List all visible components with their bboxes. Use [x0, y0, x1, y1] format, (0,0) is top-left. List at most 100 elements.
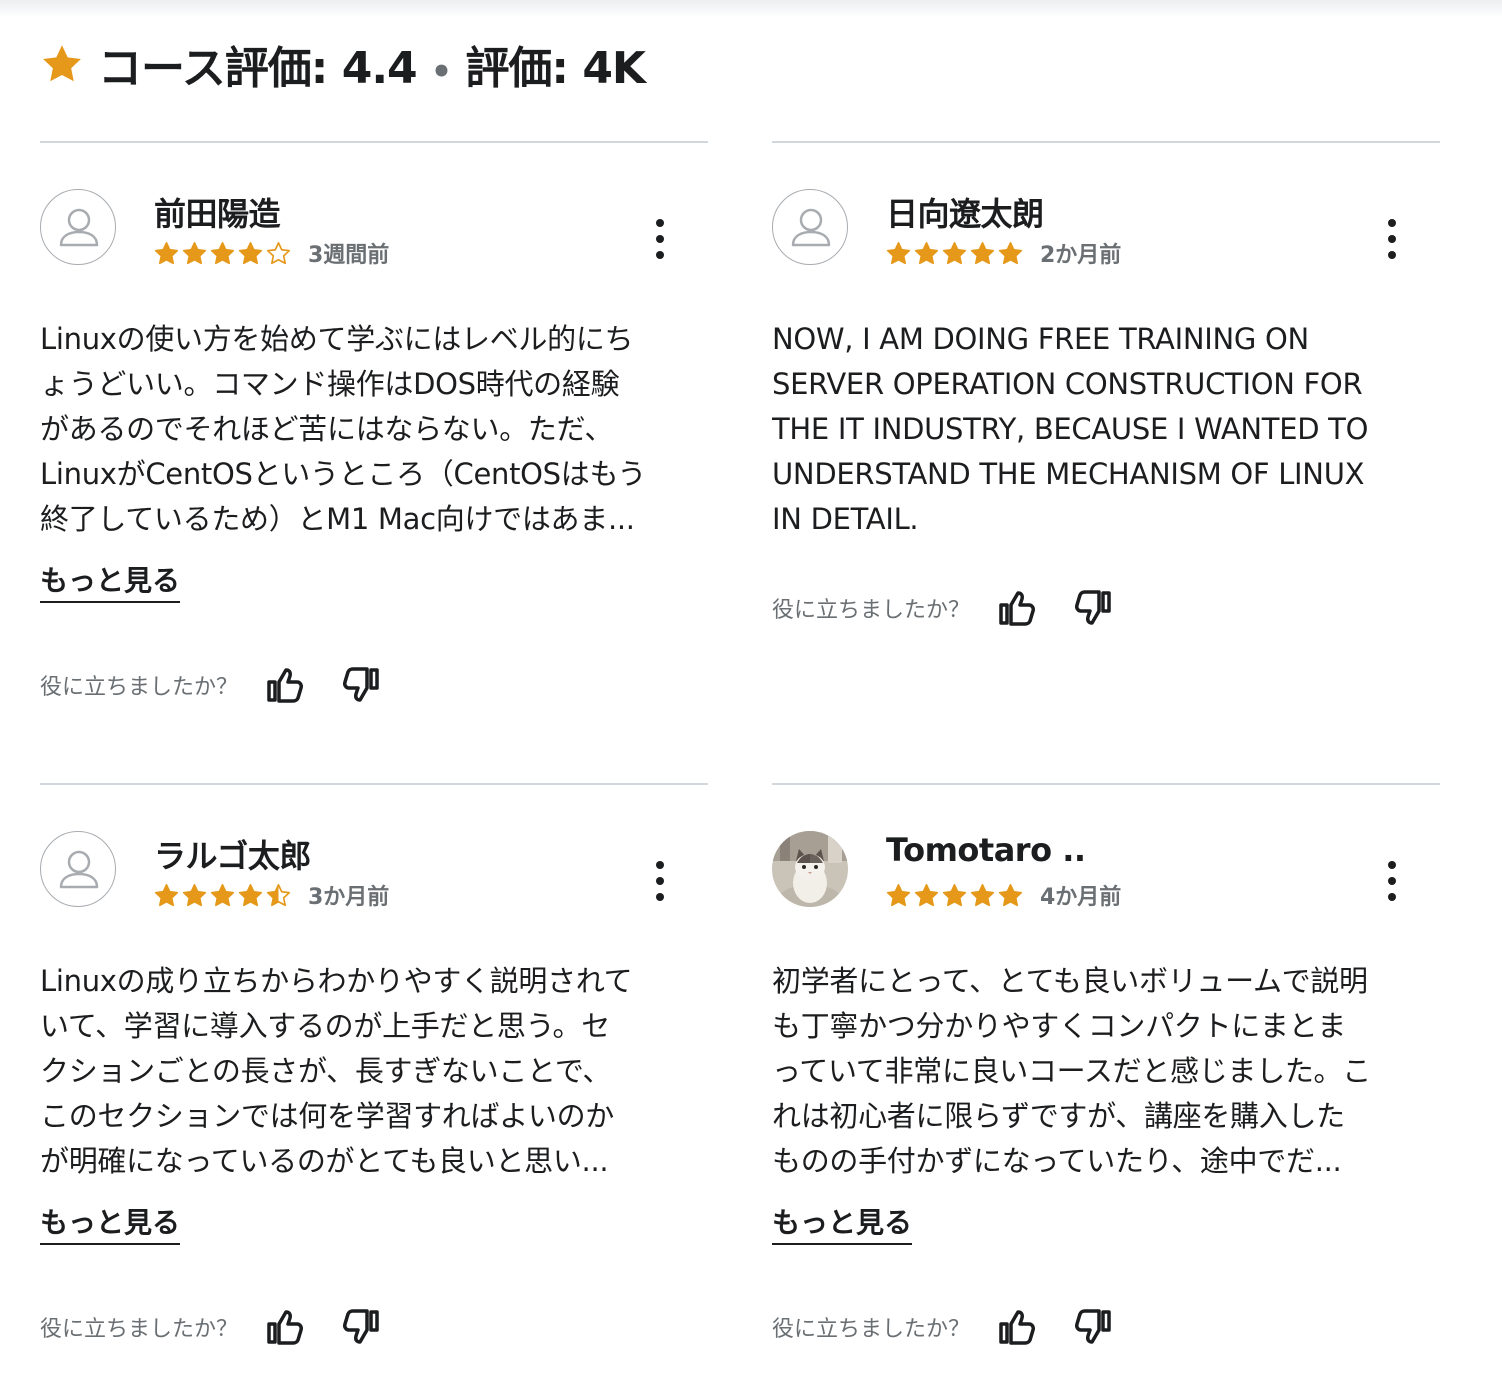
review-time: 2か月前 [1040, 243, 1122, 268]
review-line: クションごとの長さが、長すぎないことで、 [40, 1054, 612, 1088]
star-full-icon [886, 241, 911, 264]
cat-photo-avatar [772, 831, 848, 907]
star-full-icon [914, 241, 939, 264]
review-line: が明確になっているのがとても良いと思い... [40, 1144, 609, 1178]
helpful-question: 役に立ちましたか？ [40, 1317, 239, 1342]
divider [40, 783, 708, 785]
thumbs-down-icon[interactable] [1074, 1307, 1114, 1347]
review-line: 初学者にとって、とても良いボリュームで説明 [772, 964, 1368, 998]
more-options-icon[interactable] [650, 219, 670, 259]
review-time: 3か月前 [308, 885, 390, 910]
separator-dot: • [430, 52, 453, 92]
thumbs-down-icon[interactable] [342, 665, 382, 705]
review-text: Linuxの成り立ちからわかりやすく説明されて いて、学習に導入するのが上手だと… [40, 959, 708, 1184]
reviewer-name: ラルゴ太郎 [154, 837, 311, 875]
top-shadow [0, 0, 1502, 18]
star-full-icon [942, 241, 967, 264]
rating-row: 3か月前 [154, 879, 389, 911]
review-line: このセクションでは何を学習すればよいのか [40, 1099, 615, 1133]
helpful-row: 役に立ちましたか？ [772, 1307, 1114, 1347]
reviewer-name: 前田陽造 [154, 195, 281, 233]
review-line: れは初心者に限らずですが、講座を購入した [772, 1099, 1345, 1133]
review-line: IN DETAIL. [772, 502, 919, 536]
star-full-icon [210, 883, 235, 906]
star-full-icon [210, 241, 235, 264]
more-options-icon[interactable] [1382, 861, 1402, 901]
helpful-question: 役に立ちましたか？ [772, 598, 971, 623]
star-full-icon [238, 241, 263, 264]
review-line: があるのでそれほど苦にはならない。ただ、 [40, 412, 614, 446]
thumbs-down-icon[interactable] [1074, 588, 1114, 628]
rating-count: 評価: 4K [465, 43, 646, 94]
review-text: Linuxの使い方を始めて学ぶにはレベル的にち ょうどいい。コマンド操作はDOS… [40, 317, 708, 542]
review-line: UNDERSTAND THE MECHANISM OF LINUX [772, 457, 1365, 491]
review-time: 3週間前 [308, 243, 390, 268]
show-more-button[interactable]: もっと見る [772, 1201, 913, 1245]
rating-row: 2か月前 [886, 237, 1121, 269]
review-line: も丁寧かつ分かりやすくコンパクトにまとま [772, 1009, 1347, 1043]
star-rating [886, 241, 1026, 266]
review-line: LinuxがCentOSというところ（CentOSはもう [40, 457, 647, 491]
star-full-icon [886, 883, 911, 906]
review-card: Tomotaro .. 4か月前 初学者にとって、とても良いボリュームで説明 も… [772, 783, 1440, 1373]
review-line: っていて非常に良いコースだと感じました。こ [772, 1054, 1371, 1088]
star-full-icon [182, 241, 207, 264]
star-full-icon [914, 883, 939, 906]
show-more-button[interactable]: もっと見る [40, 559, 181, 603]
helpful-row: 役に立ちましたか？ [772, 588, 1114, 628]
reviewer-name: Tomotaro .. [886, 831, 1086, 869]
star-full-icon [970, 241, 995, 264]
reviewer-name: 日向遼太朗 [886, 195, 1044, 233]
review-line: いて、学習に導入するのが上手だと思う。セ [40, 1009, 610, 1043]
review-line: SERVER OPERATION CONSTRUCTION FOR [772, 367, 1363, 401]
thumbs-up-icon[interactable] [264, 665, 304, 705]
star-full-icon [970, 883, 995, 906]
star-full-icon [942, 883, 967, 906]
star-rating [154, 883, 294, 908]
star-full-icon [182, 883, 207, 906]
divider [772, 783, 1440, 785]
review-line: THE IT INDUSTRY, BECAUSE I WANTED TO [772, 412, 1369, 446]
helpful-row: 役に立ちましたか？ [40, 665, 382, 705]
more-options-icon[interactable] [650, 861, 670, 901]
star-full-icon [238, 883, 263, 906]
divider [40, 141, 708, 143]
course-rating: コース評価: 4.4 [98, 43, 418, 94]
review-card: ラルゴ太郎 3か月前 Linuxの成り立ちからわかりやすく説明されて いて、学習… [40, 783, 708, 1373]
review-line: Linuxの使い方を始めて学ぶにはレベル的にち [40, 322, 634, 356]
star-full-icon [998, 883, 1023, 906]
star-empty-icon [266, 241, 291, 264]
thumbs-up-icon[interactable] [996, 588, 1036, 628]
review-card: 日向遼太朗 2か月前 NOW, I AM DOING FREE TRAINING… [772, 141, 1440, 741]
review-line: ょうどいい。コマンド操作はDOS時代の経験 [40, 367, 620, 401]
rating-header: コース評価: 4.4 • 評価: 4K [40, 32, 646, 96]
review-time: 4か月前 [1040, 885, 1122, 910]
review-line: Linuxの成り立ちからわかりやすく説明されて [40, 964, 633, 998]
show-more-button[interactable]: もっと見る [40, 1201, 181, 1245]
review-line: NOW, I AM DOING FREE TRAINING ON [772, 322, 1309, 356]
review-text: 初学者にとって、とても良いボリュームで説明 も丁寧かつ分かりやすくコンパクトにま… [772, 959, 1440, 1184]
star-full-icon [154, 883, 179, 906]
review-line: ものの手付かずになっていたり、途中でだ... [772, 1144, 1342, 1178]
default-avatar-icon [40, 831, 116, 907]
helpful-question: 役に立ちましたか？ [772, 1317, 971, 1342]
divider [772, 141, 1440, 143]
star-half-icon [266, 883, 291, 906]
star-full-icon [998, 241, 1023, 264]
star-rating [154, 241, 294, 266]
thumbs-up-icon[interactable] [264, 1307, 304, 1347]
thumbs-down-icon[interactable] [342, 1307, 382, 1347]
helpful-question: 役に立ちましたか？ [40, 675, 239, 700]
review-text: NOW, I AM DOING FREE TRAINING ON SERVER … [772, 317, 1440, 542]
review-line: 終了しているため）とM1 Mac向けではあま... [40, 502, 635, 536]
star-icon [43, 45, 81, 82]
default-avatar-icon [772, 189, 848, 265]
default-avatar-icon [40, 189, 116, 265]
more-options-icon[interactable] [1382, 219, 1402, 259]
thumbs-up-icon[interactable] [996, 1307, 1036, 1347]
review-card: 前田陽造 3週間前 Linuxの使い方を始めて学ぶにはレベル的にち ょうどいい。… [40, 141, 708, 741]
rating-row: 3週間前 [154, 237, 389, 269]
rating-row: 4か月前 [886, 879, 1121, 911]
star-full-icon [154, 241, 179, 264]
star-rating [886, 883, 1026, 908]
